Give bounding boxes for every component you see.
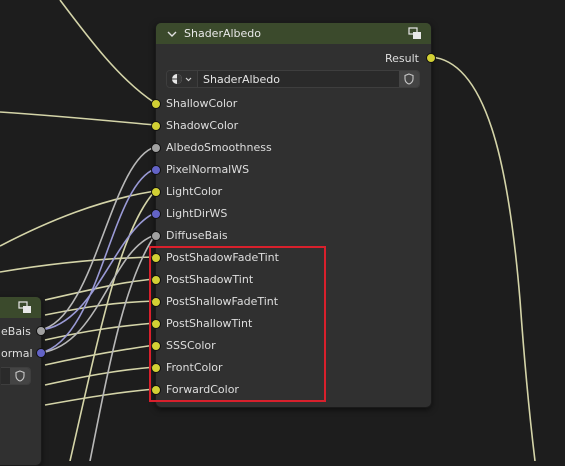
shader-selector[interactable]: ShaderAlbedo: [166, 70, 420, 88]
shield-icon: [404, 73, 414, 85]
input-socket[interactable]: [151, 187, 161, 197]
input-label: ShallowColor: [166, 97, 238, 110]
node-preview-icon[interactable]: [18, 301, 32, 314]
link-wire: [39, 146, 156, 331]
input-label: FrontColor: [166, 361, 223, 374]
input-label: AlbedoSmoothness: [166, 141, 272, 154]
shader-albedo-node[interactable]: ShaderAlbedo Result ShaderAlbedo Shallow…: [151, 22, 436, 408]
input-socket[interactable]: [151, 253, 161, 263]
input-label: PostShadowFadeTint: [166, 251, 279, 264]
link-wire: [39, 234, 156, 354]
input-socket[interactable]: [151, 99, 161, 109]
link-wire: [39, 168, 156, 354]
input-socket[interactable]: [151, 121, 161, 131]
input-socket[interactable]: [151, 143, 161, 153]
input-label: LightColor: [166, 185, 223, 198]
link-wire: [44, 366, 156, 386]
link-wire: [0, 111, 156, 126]
link-wire: [44, 300, 156, 316]
link-wire: [39, 212, 156, 331]
input-label: PostShallowFadeTint: [166, 295, 279, 308]
chevron-down-icon[interactable]: [166, 28, 178, 40]
input-socket[interactable]: [151, 275, 161, 285]
left-node-output-socket[interactable]: [36, 326, 46, 336]
link-wire: [59, 0, 156, 104]
left-node-output-label: ormal: [1, 347, 33, 360]
link-wire: [44, 344, 156, 366]
link-wire: [44, 322, 156, 341]
input-socket[interactable]: [151, 209, 161, 219]
input-label: PostShadowTint: [166, 273, 254, 286]
node-preview-icon[interactable]: [408, 27, 422, 40]
input-socket[interactable]: [151, 231, 161, 241]
fake-user-shield-button[interactable]: [10, 368, 30, 384]
output-label: Result: [385, 52, 419, 65]
left-node-header[interactable]: [0, 297, 41, 318]
node-group-type-dropdown[interactable]: [167, 71, 198, 87]
link-wire: [0, 190, 156, 247]
input-socket[interactable]: [151, 363, 161, 373]
shader-name-field[interactable]: ShaderAlbedo: [203, 73, 280, 86]
link-wire: [0, 256, 156, 273]
left-node-output-label: eBais: [1, 325, 31, 338]
node-title: ShaderAlbedo: [184, 27, 262, 40]
node-tree-icon: [172, 74, 192, 84]
input-label: PostShallowTint: [166, 317, 253, 330]
link-wire: [44, 388, 156, 406]
input-label: ShadowColor: [166, 119, 239, 132]
input-socket[interactable]: [151, 297, 161, 307]
left-node[interactable]: eBais ormal: [0, 296, 46, 466]
node-header[interactable]: ShaderAlbedo: [156, 23, 431, 44]
input-label: DiffuseBais: [166, 229, 228, 242]
input-socket[interactable]: [151, 165, 161, 175]
input-label: PixelNormalWS: [166, 163, 250, 176]
link-wire: [69, 190, 156, 461]
output-socket-result[interactable]: [426, 53, 436, 63]
link-wire: [44, 278, 156, 301]
shield-icon: [15, 370, 25, 382]
input-socket[interactable]: [151, 385, 161, 395]
left-node-output-socket[interactable]: [36, 348, 46, 358]
input-label: ForwardColor: [166, 383, 239, 396]
input-label: LightDirWS: [166, 207, 228, 220]
input-socket[interactable]: [151, 319, 161, 329]
fake-user-shield-button[interactable]: [399, 71, 419, 87]
link-wire: [89, 234, 156, 461]
input-label: SSSColor: [166, 339, 216, 352]
left-node-shader-field[interactable]: [1, 367, 31, 385]
link-wire: [429, 56, 536, 461]
input-socket[interactable]: [151, 341, 161, 351]
